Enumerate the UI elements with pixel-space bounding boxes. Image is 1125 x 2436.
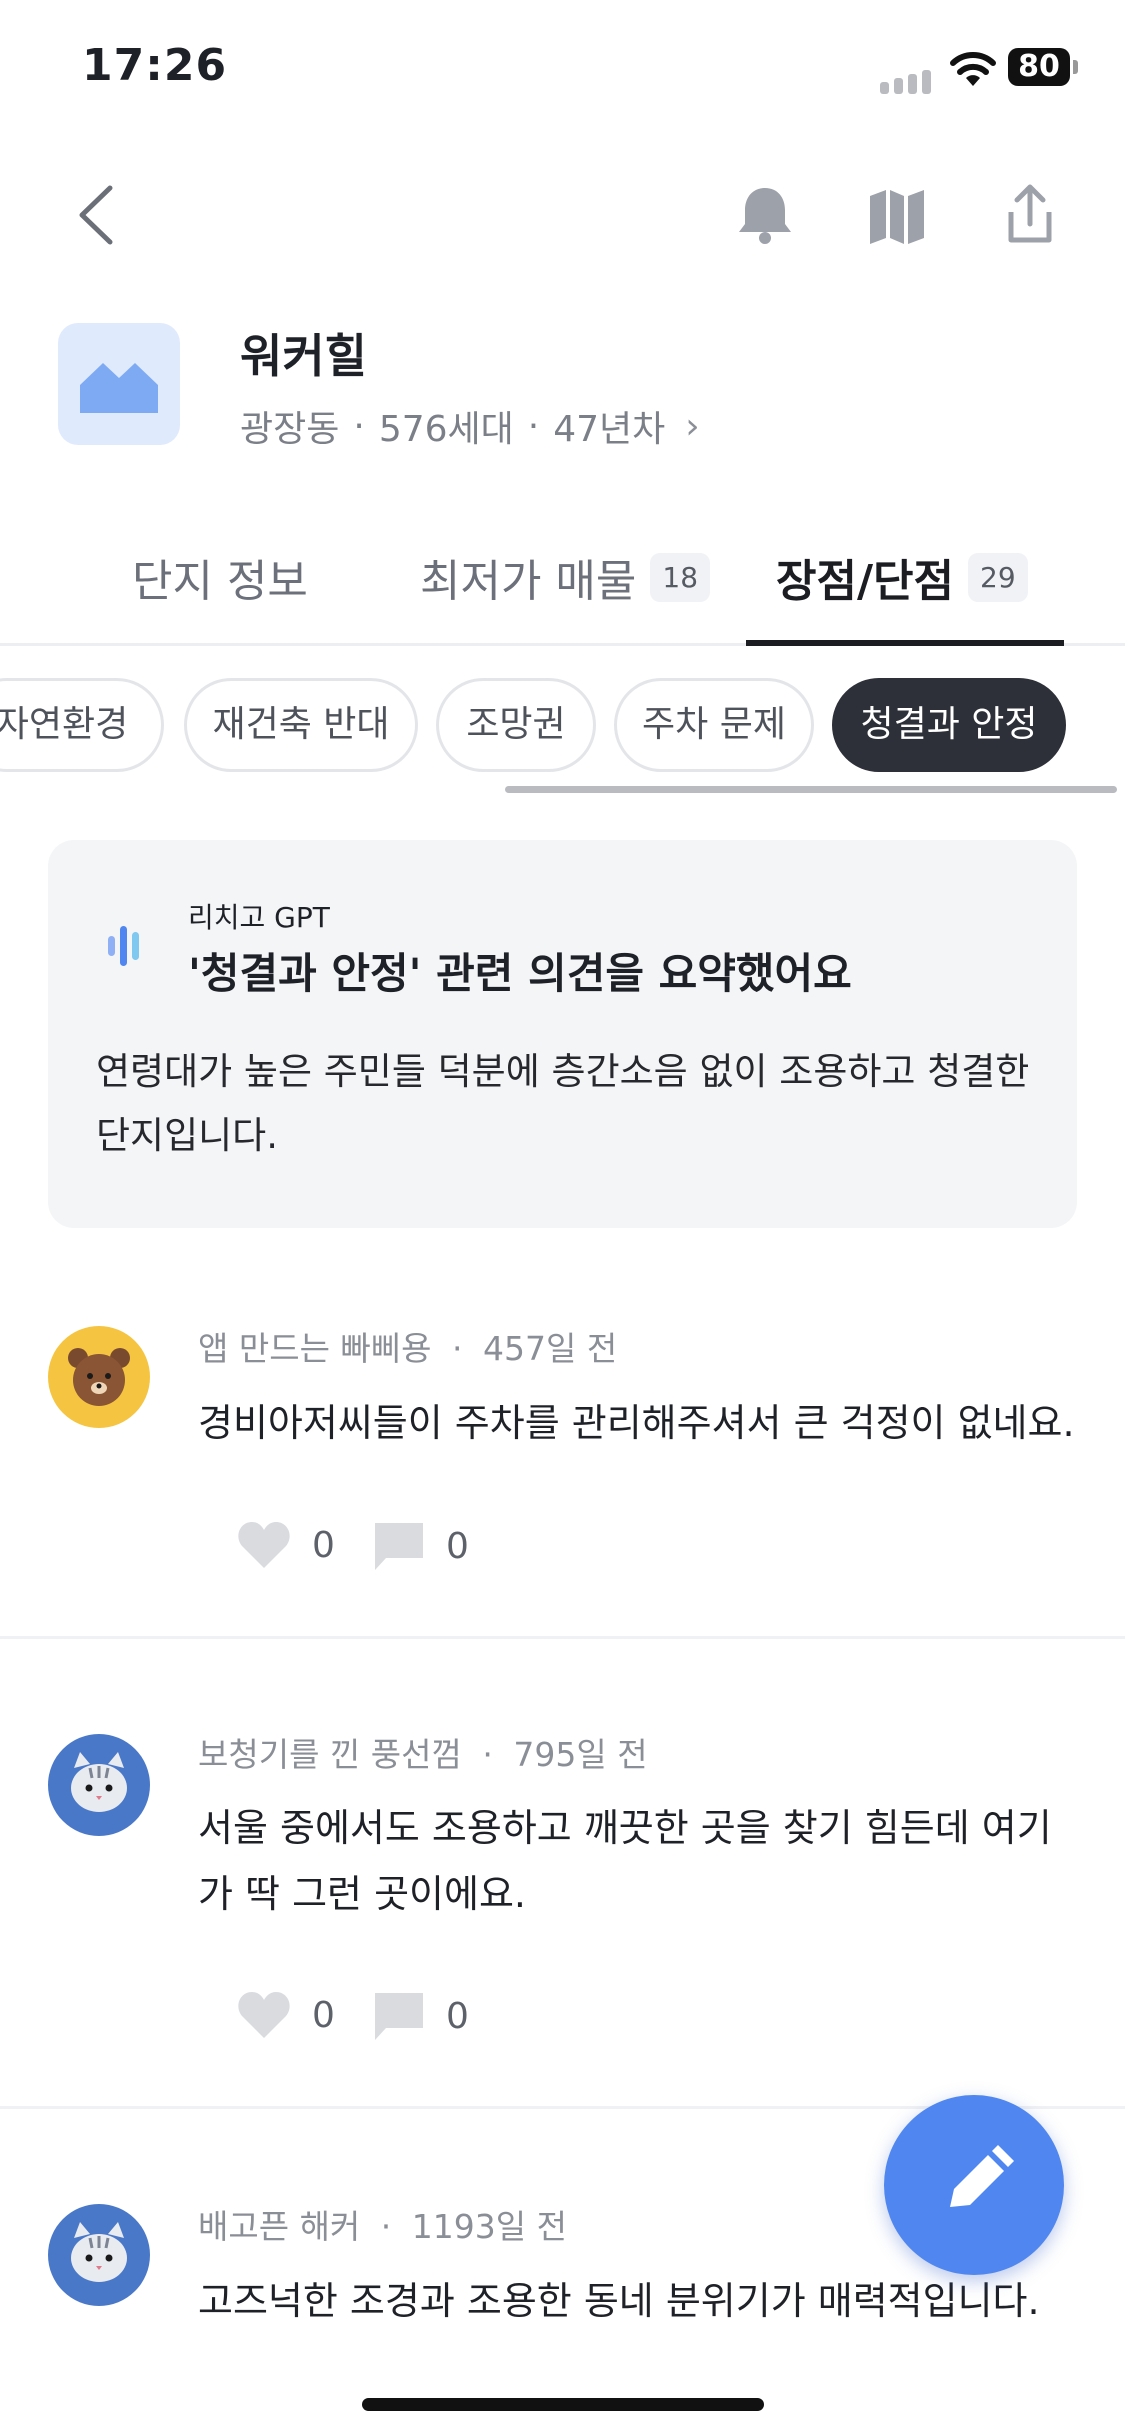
status-time: 17:26 xyxy=(82,40,228,91)
back-button[interactable] xyxy=(68,180,128,250)
complex-name: 워커힐 xyxy=(240,329,367,383)
bear-avatar-icon xyxy=(68,1348,130,1406)
like-button[interactable]: 0 xyxy=(236,1520,335,1570)
meta-separator: · xyxy=(452,1329,463,1368)
meta-separator: · xyxy=(482,1735,493,1774)
bell-icon[interactable] xyxy=(730,180,800,250)
cat-avatar-icon xyxy=(71,1752,127,1812)
chip-scrollbar[interactable] xyxy=(505,786,1117,793)
tab-lowest-listings[interactable]: 최저가 매물 18 xyxy=(420,545,711,609)
meta-separator: · xyxy=(353,405,365,447)
like-count: 0 xyxy=(312,1994,335,2036)
tab-label: 장점/단점 xyxy=(776,556,954,607)
tab-count-badge: 29 xyxy=(968,552,1028,602)
like-count: 0 xyxy=(312,1524,335,1566)
chip-reconstruction-opposition[interactable]: 재건축 반대 xyxy=(184,678,418,772)
tab-label: 최저가 매물 xyxy=(420,556,637,607)
pencil-icon xyxy=(950,2145,1014,2207)
avatar[interactable] xyxy=(48,1734,150,1836)
gpt-summary-title: '청결과 안정' 관련 의견을 요약했어요 xyxy=(188,949,852,998)
audio-wave-icon xyxy=(108,926,139,966)
gpt-summary-card: 리치고 GPT '청결과 안정' 관련 의견을 요약했어요 연령대가 높은 주민… xyxy=(48,840,1077,1228)
active-tab-indicator xyxy=(746,640,1064,646)
complex-households: 576세대 xyxy=(378,409,514,450)
tab-pros-cons[interactable]: 장점/단점 29 xyxy=(776,545,1028,609)
complex-meta-link[interactable]: 광장동 · 576세대 · 47년차 › xyxy=(240,400,700,452)
review-author[interactable]: 배고픈 해커 xyxy=(198,2207,360,2246)
like-button[interactable]: 0 xyxy=(236,1990,335,2040)
meta-separator: · xyxy=(380,2207,392,2246)
review-time: 1193일 전 xyxy=(411,2207,567,2246)
comment-button[interactable]: 0 xyxy=(372,1520,469,1572)
review-text: 고즈넉한 조경과 조용한 동네 분위기가 매력적입니다. xyxy=(198,2279,1040,2323)
comment-button[interactable]: 0 xyxy=(372,1990,469,2042)
review-time: 457일 전 xyxy=(483,1329,618,1368)
complex-district: 광장동 xyxy=(240,409,340,450)
map-icon[interactable] xyxy=(862,180,932,250)
comment-icon xyxy=(375,1523,423,1570)
gpt-source-label: 리치고 GPT xyxy=(188,901,330,934)
heart-icon xyxy=(238,1992,290,2038)
avatar[interactable] xyxy=(48,1326,150,1428)
chip-view[interactable]: 조망권 xyxy=(436,678,596,772)
chip-cleanliness-stability[interactable]: 청결과 안정 xyxy=(832,678,1066,772)
write-review-button[interactable] xyxy=(884,2095,1064,2275)
review-meta: 보청기를 낀 풍선껌 · 795일 전 xyxy=(198,1728,648,1776)
chip-parking[interactable]: 주차 문제 xyxy=(614,678,814,772)
wifi-icon xyxy=(950,52,996,86)
home-indicator[interactable] xyxy=(362,2398,764,2411)
complex-thumbnail xyxy=(58,323,180,445)
tab-label: 단지 정보 xyxy=(132,556,308,607)
keyword-chip-row[interactable]: 자연환경 재건축 반대 조망권 주차 문제 청결과 안정 xyxy=(0,678,1125,774)
comment-count: 0 xyxy=(446,1995,469,2037)
review-time: 795일 전 xyxy=(513,1735,648,1774)
tab-count-badge: 18 xyxy=(650,552,711,602)
tab-bar: 단지 정보 최저가 매물 18 장점/단점 29 xyxy=(0,520,1125,646)
complex-age: 47년차 xyxy=(553,409,666,450)
chip-nature[interactable]: 자연환경 xyxy=(0,678,164,772)
gpt-summary-text: 연령대가 높은 주민들 덕분에 층간소음 없이 조용하고 청결한 단지입니다. xyxy=(96,1050,1030,1157)
review-text: 경비아저씨들이 주차를 관리해주셔서 큰 걱정이 없네요. xyxy=(198,1401,1075,1445)
chevron-right-icon: › xyxy=(685,405,700,447)
comment-count: 0 xyxy=(446,1525,469,1567)
status-bar: 17:26 80 xyxy=(0,0,1125,140)
divider xyxy=(0,1636,1125,1639)
heart-icon xyxy=(238,1522,290,1568)
cat-avatar-icon xyxy=(71,2222,127,2282)
share-icon[interactable] xyxy=(995,180,1065,250)
meta-separator: · xyxy=(527,405,540,447)
review-meta: 배고픈 해커 · 1193일 전 xyxy=(198,2200,567,2248)
battery-indicator: 80 xyxy=(1008,48,1078,86)
building-icon xyxy=(80,363,158,413)
review-text: 서울 중에서도 조용하고 깨끗한 곳을 찾기 힘든데 여기가 딱 그런 곳이에요… xyxy=(198,1806,1052,1916)
cellular-signal-icon xyxy=(880,70,931,94)
review-author[interactable]: 앱 만드는 빠삐용 xyxy=(198,1329,432,1368)
avatar[interactable] xyxy=(48,2204,150,2306)
review-meta: 앱 만드는 빠삐용 · 457일 전 xyxy=(198,1322,617,1370)
comment-icon xyxy=(375,1993,423,2040)
review-author[interactable]: 보청기를 낀 풍선껌 xyxy=(198,1735,462,1774)
tab-complex-info[interactable]: 단지 정보 xyxy=(132,545,308,609)
